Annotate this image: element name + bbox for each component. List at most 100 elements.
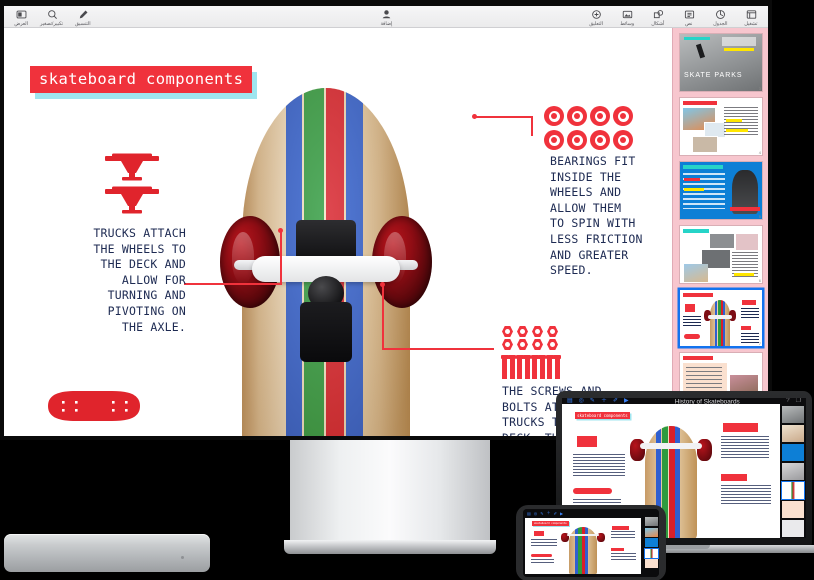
callout-dot-trucks	[278, 228, 283, 233]
screw	[500, 355, 509, 379]
macbook-thumbnail-sidebar[interactable]	[780, 404, 806, 538]
macbook-truck-hanger	[640, 443, 702, 449]
slide-canvas[interactable]: skateboard components TRUCKS ATTACH THE …	[4, 28, 672, 436]
macbook-bearings-icon	[723, 422, 759, 433]
toolbar-button-format[interactable]: التنسيق	[72, 9, 94, 26]
nut	[517, 339, 528, 350]
macbook-thumbnail[interactable]	[782, 501, 804, 518]
screw	[545, 355, 554, 379]
toolbar-button-play[interactable]: تشغيل	[740, 9, 762, 26]
iphone-thumbnail[interactable]	[644, 559, 658, 568]
trucks-illustration[interactable]	[99, 150, 165, 214]
pages-toolbar: العرض تكبير/تصغير التنسيق إضافة التعليق …	[4, 6, 768, 28]
view-icon	[16, 9, 27, 20]
text-block-bearings[interactable]: BEARINGS FIT INSIDE THE WHEELS AND ALLOW…	[550, 154, 672, 279]
nut	[502, 326, 513, 337]
play-icon[interactable]: ▶	[560, 511, 563, 516]
thumbnail-collage-text-page[interactable]: 6	[680, 225, 762, 283]
format-icon[interactable]: ✎	[540, 511, 543, 516]
iphone-thumbnail-sidebar[interactable]	[643, 509, 659, 577]
iphone-screen: ▤ ◎ ✎ ＋ ✐ ▶ skateboard components	[523, 509, 659, 577]
macbook-thumbnail[interactable]	[782, 406, 804, 423]
iphone-canvas[interactable]: skateboard components	[525, 518, 641, 574]
macbook-text-screws	[721, 485, 772, 504]
thumbnail-number: 3	[758, 85, 761, 91]
screws-group	[500, 355, 561, 379]
view-icon[interactable]: ▤	[527, 511, 531, 516]
toolbar-button-shapes[interactable]: أشكال	[647, 9, 669, 26]
callout-line-bearings	[474, 116, 532, 118]
screenshot-stage: العرض تكبير/تصغير التنسيق إضافة التعليق …	[0, 0, 814, 580]
iphone-thumbnail-selected[interactable]	[643, 547, 659, 559]
zoom-icon[interactable]: ◎	[534, 511, 538, 516]
iphone-thumbnail[interactable]	[644, 527, 658, 537]
toolbar-button-media[interactable]: وسائط	[616, 9, 638, 26]
thumbnail-skate-parks-cover[interactable]: SKATE PARKS 3	[680, 34, 762, 91]
toolbar-label-comment: التعليق	[589, 20, 603, 26]
toolbar-button-table[interactable]: الجدول	[709, 9, 731, 26]
screw	[523, 355, 531, 379]
skateboard-illustration[interactable]	[200, 88, 452, 436]
comment-icon[interactable]: ✐	[554, 511, 557, 516]
comment-icon	[591, 9, 602, 20]
macbook-screws-icon	[721, 474, 748, 481]
toolbar-button-comment[interactable]: التعليق	[585, 9, 607, 26]
display-stand-foot	[284, 540, 496, 554]
toolbar-button-add[interactable]: إضافة	[375, 9, 397, 26]
thumbnail-art: SKATE PARKS	[680, 34, 762, 91]
toolbar-button-zoom[interactable]: تكبير/تصغير	[40, 9, 64, 26]
macbook-thumbnail[interactable]	[782, 463, 804, 480]
iphone-screws-icon	[610, 548, 624, 552]
nut	[547, 326, 558, 337]
bearings-illustration[interactable]	[544, 106, 633, 150]
iphone-slide-title: skateboard components	[531, 521, 569, 527]
toolbar-label-format: التنسيق	[75, 20, 91, 26]
macbook-thumbnail[interactable]	[782, 520, 804, 537]
screw	[553, 355, 561, 379]
nut	[502, 339, 513, 350]
callout-line-trucks	[184, 283, 282, 285]
nut	[532, 339, 543, 350]
macbook-deck-icon	[572, 487, 613, 495]
callout-dot-screws	[380, 282, 385, 287]
thumbnail-art	[680, 225, 762, 283]
hardware-illustration[interactable]	[500, 326, 561, 379]
deck-illustration[interactable]	[30, 388, 158, 424]
display-screen: العرض تكبير/تصغير التنسيق إضافة التعليق …	[4, 6, 768, 436]
iphone-thumbnail[interactable]	[644, 517, 658, 526]
thumbnail-skateboard-components-page[interactable]: 7	[680, 289, 762, 347]
iphone-text-bearings	[610, 531, 636, 541]
add-icon[interactable]: ＋	[547, 510, 551, 516]
macbook-trucks-icon	[577, 436, 597, 448]
nut	[517, 326, 528, 337]
mac-mini-device	[4, 534, 210, 572]
thumbnail-photo-collage-page[interactable]: 4	[680, 97, 762, 155]
toolbar-label-play: تشغيل	[744, 20, 758, 26]
macbook-slide-title: skateboard components	[575, 412, 630, 420]
toolbar-label-view: العرض	[14, 20, 28, 26]
macbook-thumbnail[interactable]	[782, 444, 804, 461]
toolbar-button-text[interactable]: نص	[678, 9, 700, 26]
thumbnail-number: 5	[758, 213, 761, 219]
thumbnail-art	[680, 289, 762, 347]
iphone-toolbar: ▤ ◎ ✎ ＋ ✐ ▶	[523, 509, 643, 517]
thumbnail-blue-table-page[interactable]: 5	[680, 161, 762, 219]
display-stand-neck	[290, 440, 490, 545]
iphone-slide: skateboard components	[525, 518, 641, 574]
thumbnail-number: 4	[758, 149, 761, 155]
screw	[508, 355, 516, 379]
toolbar-label-zoom: تكبير/تصغير	[40, 20, 64, 26]
macbook-thumbnail-selected[interactable]	[781, 481, 805, 500]
nut	[547, 339, 558, 350]
nuts-group	[502, 326, 560, 350]
thumbnail-sidebar[interactable]: SKATE PARKS 3 4 5 6 7	[672, 28, 768, 436]
table-icon	[715, 9, 726, 20]
bearing-ring	[613, 106, 633, 126]
iphone-thumbnail[interactable]	[644, 538, 658, 547]
macbook-thumbnail[interactable]	[782, 425, 804, 442]
callout-line-trucks-vertical	[280, 230, 282, 285]
callout-line-screws-vertical	[382, 284, 384, 350]
toolbar-button-view[interactable]: العرض	[10, 9, 32, 26]
text-block-trucks[interactable]: TRUCKS ATTACH THE WHEELS TO THE DECK AND…	[24, 226, 186, 335]
iphone-trucks-icon	[534, 531, 544, 536]
